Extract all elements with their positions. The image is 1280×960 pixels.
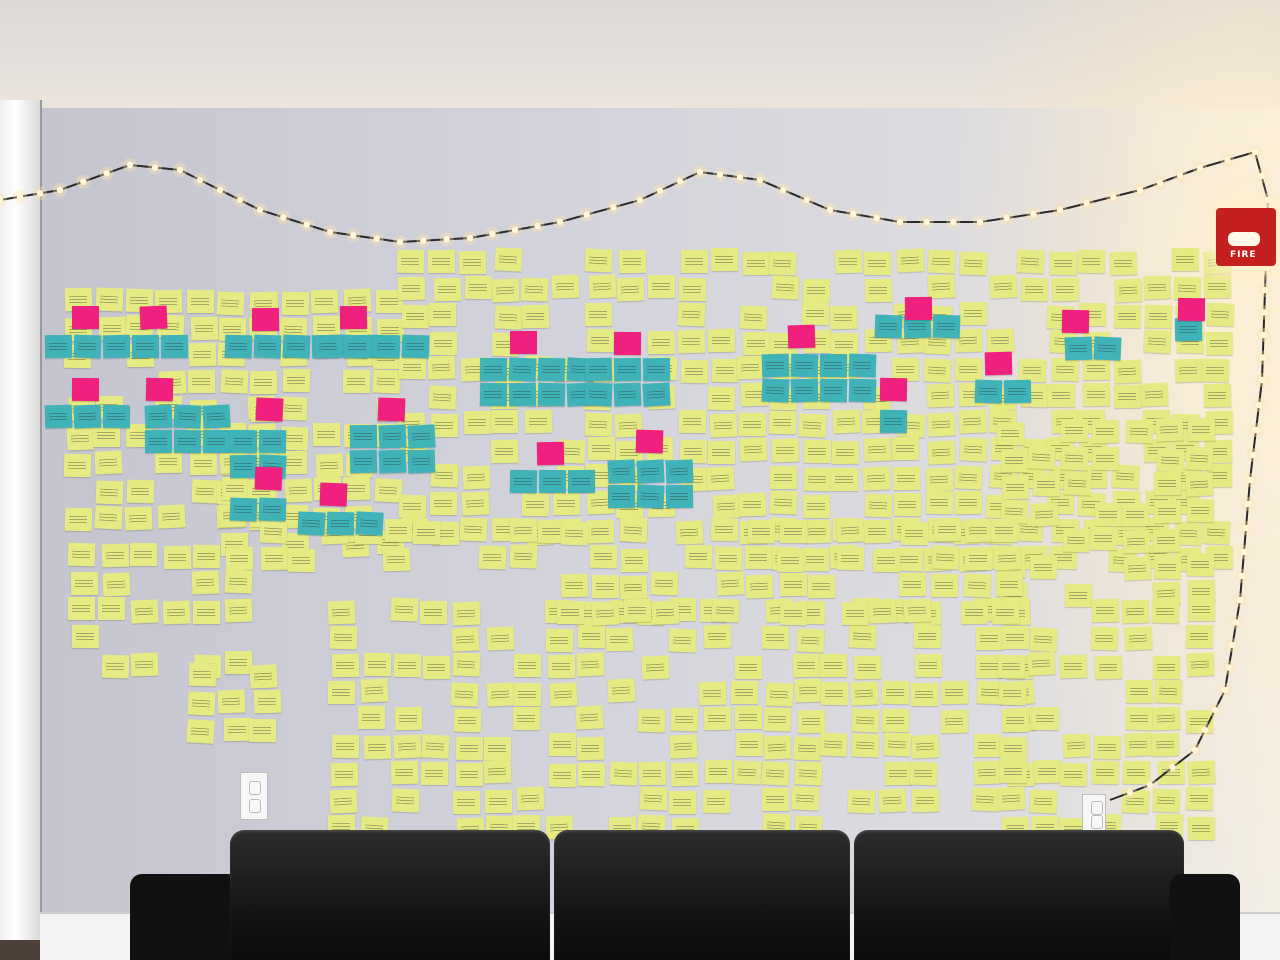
light-bulb xyxy=(1221,686,1229,694)
sofa-cushion xyxy=(554,830,850,960)
light-bulb xyxy=(736,174,744,181)
light-bulb xyxy=(1201,726,1209,734)
light-bulb xyxy=(1240,548,1248,556)
light-bulb xyxy=(676,178,684,185)
light-string-wire xyxy=(0,150,1270,801)
light-bulb xyxy=(420,237,427,244)
light-bulb xyxy=(1264,196,1272,204)
light-bulb xyxy=(126,161,134,169)
light-bulb xyxy=(636,196,644,204)
light-bulb xyxy=(280,214,287,221)
light-bulb xyxy=(1258,172,1265,180)
light-bulb xyxy=(1146,781,1154,789)
light-bulb xyxy=(1236,596,1244,604)
light-bulb xyxy=(1056,206,1064,214)
sofa-cushion xyxy=(854,830,1184,960)
light-bulb xyxy=(1229,641,1236,649)
sofa-cushion xyxy=(230,830,550,960)
light-bulb xyxy=(716,171,724,178)
light-bulb xyxy=(803,196,810,204)
light-bulb xyxy=(236,196,244,204)
light-bulb xyxy=(373,235,380,242)
light-bulb xyxy=(1110,193,1117,200)
light-bulb xyxy=(656,187,664,194)
light-bulb xyxy=(16,193,24,200)
light-bulb xyxy=(511,226,519,234)
fire-alarm-strobe xyxy=(1228,232,1260,246)
light-bulb xyxy=(1196,164,1204,172)
light-bulb xyxy=(873,214,880,222)
light-bulb xyxy=(1255,401,1263,409)
fire-alarm-label: FIRE xyxy=(1230,250,1257,260)
light-bulb xyxy=(1238,572,1246,580)
light-bulb xyxy=(1136,186,1144,194)
light-bulb xyxy=(216,186,224,194)
light-bulb xyxy=(1246,476,1254,484)
light-bulb xyxy=(1224,156,1231,164)
light-bulb xyxy=(1169,764,1176,771)
light-bulb xyxy=(350,232,357,239)
light-bulb xyxy=(1258,376,1266,384)
fire-alarm: FIRE xyxy=(1216,208,1276,266)
light-bulb xyxy=(556,218,564,226)
light-bulb xyxy=(696,168,704,176)
light-bulb xyxy=(610,204,617,211)
light-bulb xyxy=(196,176,204,184)
wall-scene: FIRE xyxy=(0,0,1280,960)
light-bulb xyxy=(176,166,184,174)
light-bulb xyxy=(326,228,334,236)
light-bulb xyxy=(1249,451,1257,459)
light-bulb xyxy=(1242,524,1250,532)
light-bulb xyxy=(1259,354,1267,361)
light-bulb xyxy=(36,190,44,197)
light-bulb xyxy=(976,218,984,226)
light-bulb xyxy=(923,218,930,226)
light-bulb xyxy=(1126,789,1134,796)
wall-outlet-right xyxy=(1082,794,1106,834)
light-bulb xyxy=(396,238,404,246)
sofa-left-arm xyxy=(130,874,240,960)
light-bulb xyxy=(1261,309,1268,316)
light-bulb xyxy=(303,221,310,228)
light-bulb xyxy=(466,234,474,242)
leather-sofa xyxy=(130,830,1240,960)
light-bulb xyxy=(443,236,450,243)
light-bulb xyxy=(103,170,110,177)
light-bulb xyxy=(1003,214,1010,222)
light-bulb xyxy=(1260,331,1267,339)
wall-outlet xyxy=(240,772,268,820)
light-bulb xyxy=(1233,619,1240,626)
light-bulb xyxy=(950,218,957,226)
light-bulb xyxy=(1083,200,1090,207)
light-bulb xyxy=(56,186,64,194)
light-bulb xyxy=(256,206,264,214)
light-bulb xyxy=(756,176,764,184)
light-bulb xyxy=(1030,210,1037,218)
light-bulb xyxy=(1191,746,1199,754)
light-bulb xyxy=(1244,500,1252,508)
light-bulb xyxy=(1225,664,1233,671)
light-bulb xyxy=(826,206,834,214)
light-bulb xyxy=(1211,706,1219,714)
light-bulb xyxy=(1176,172,1184,179)
light-bulb xyxy=(780,186,787,194)
light-bulb xyxy=(1261,286,1269,294)
light-bulb xyxy=(896,218,904,226)
light-bulb xyxy=(489,230,496,238)
light-bulb xyxy=(850,210,857,218)
light-bulb xyxy=(1252,426,1260,434)
light-bulb xyxy=(151,164,159,171)
light-bulb xyxy=(534,222,541,230)
light-bulb xyxy=(80,178,87,185)
sofa-right-arm xyxy=(1170,874,1240,960)
light-bulb xyxy=(583,211,590,218)
light-bulb xyxy=(1156,179,1164,186)
light-bulb xyxy=(1251,148,1259,156)
